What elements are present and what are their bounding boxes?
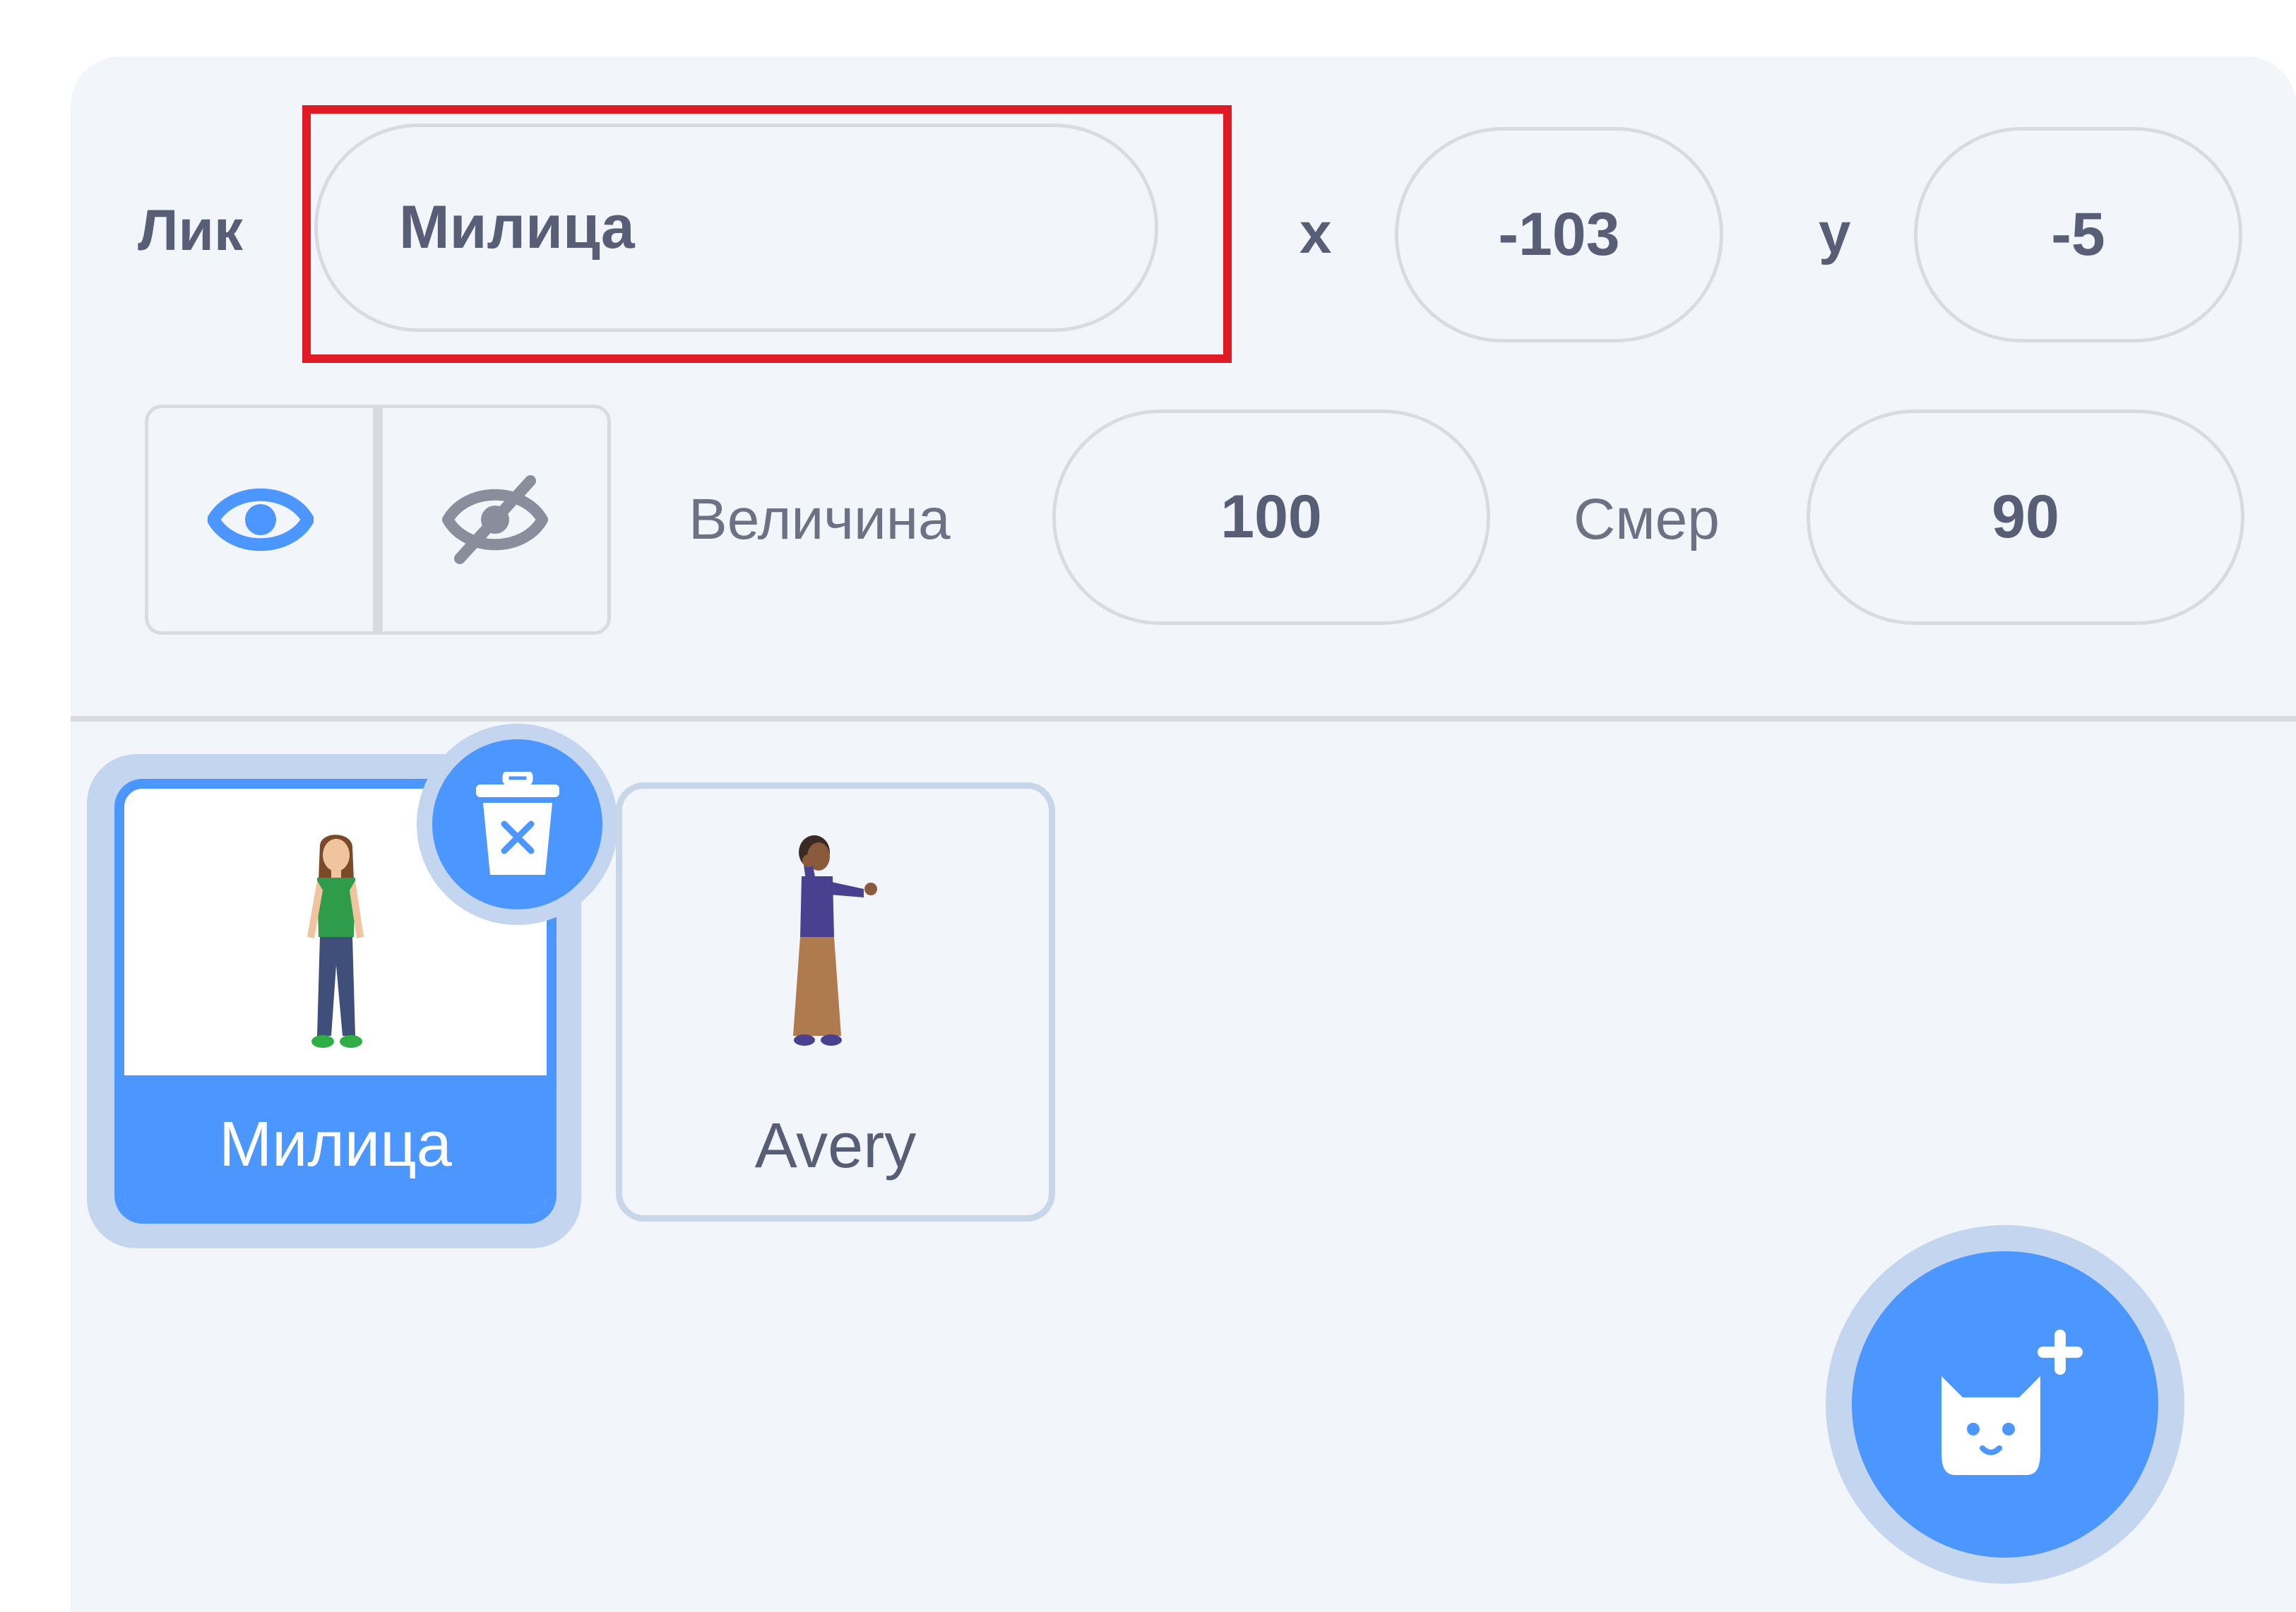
size-input[interactable]: 100	[1052, 410, 1490, 625]
highlight-box	[302, 105, 1232, 363]
girl-sprite-thumbnail	[307, 835, 364, 1048]
show-sprite-button[interactable]	[148, 408, 383, 631]
sprite-name: Милица	[124, 1075, 547, 1214]
trash-icon	[475, 771, 559, 875]
cat-plus-icon	[1941, 1330, 2083, 1475]
size-label: Величина	[689, 487, 951, 551]
delete-sprite-button[interactable]	[432, 739, 602, 909]
eye-icon	[208, 488, 314, 551]
visibility-toggle-group	[145, 405, 611, 635]
y-label: y	[1819, 201, 1851, 265]
hide-sprite-button[interactable]	[383, 408, 607, 631]
y-input[interactable]: -5	[1914, 127, 2242, 342]
sprite-name-label: Лик	[138, 198, 243, 263]
pane-divider	[71, 716, 2296, 722]
avery-sprite-thumbnail	[793, 835, 877, 1046]
sprite-tile[interactable]: Avery	[616, 782, 1055, 1222]
sprite-name: Avery	[754, 1110, 917, 1181]
x-label: x	[1299, 201, 1332, 265]
add-sprite-button[interactable]	[1852, 1251, 2158, 1558]
direction-label: Смер	[1574, 487, 1720, 551]
x-input[interactable]: -103	[1395, 127, 1723, 342]
direction-input[interactable]: 90	[1807, 410, 2244, 625]
eye-slash-icon	[442, 475, 548, 564]
